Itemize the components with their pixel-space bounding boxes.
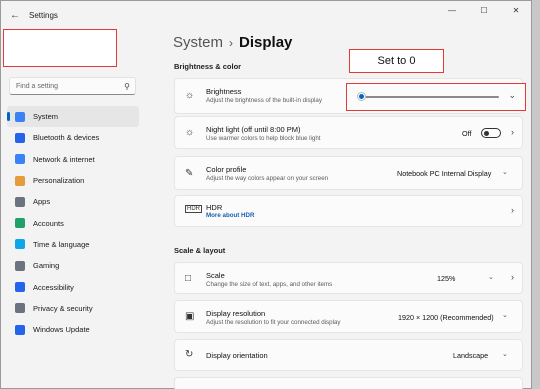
brush-icon — [15, 175, 25, 186]
search-icon[interactable]: ⚲ — [124, 82, 130, 91]
brightness-label: Brightness — [206, 87, 242, 96]
resolution-desc: Adjust the resolution to fit your connec… — [206, 319, 341, 326]
sun-outline-icon: ☼ — [185, 127, 195, 138]
app-title: Settings — [29, 10, 58, 20]
sidebar-item-label: Bluetooth & devices — [33, 133, 100, 143]
person-icon — [15, 218, 25, 229]
minimize-button[interactable]: — — [447, 6, 457, 15]
sidebar-item-label: System — [33, 112, 59, 122]
night-light-state: Off — [462, 129, 472, 138]
resolution-card: ▣ Display resolution Adjust the resoluti… — [174, 300, 523, 333]
apps-icon — [15, 196, 25, 207]
section-brightness-color: Brightness & color — [174, 62, 242, 71]
close-button[interactable]: ✕ — [511, 6, 521, 15]
chevron-down-icon[interactable]: ⌄ — [502, 311, 508, 319]
sidebar-item-label: Time & language — [33, 239, 90, 249]
sidebar-item-gaming[interactable]: Gaming — [7, 255, 139, 276]
sidebar-item-windows-update[interactable]: Windows Update — [7, 319, 139, 340]
next-card — [174, 377, 523, 389]
page-title: System › Display — [173, 34, 292, 51]
color-profile-desc: Adjust the way colors appear on your scr… — [206, 175, 329, 182]
gamepad-icon — [15, 260, 25, 271]
sidebar-item-label: Gaming — [33, 261, 60, 271]
scale-desc: Change the size of text, apps, and other… — [206, 281, 333, 288]
hdr-card[interactable]: HDR HDR More about HDR › — [174, 195, 523, 227]
chevron-right-icon[interactable]: › — [511, 272, 514, 282]
bluetooth-icon — [15, 132, 25, 143]
accessibility-icon — [15, 282, 25, 293]
sidebar-item-label: Personalization — [33, 176, 85, 186]
color-profile-value[interactable]: Notebook PC Internal Display — [397, 169, 491, 178]
brightness-desc: Adjust the brightness of the built-in di… — [206, 97, 322, 104]
hdr-label: HDR — [206, 203, 223, 212]
sidebar-item-apps[interactable]: Apps — [7, 191, 139, 212]
sidebar-nav: System Bluetooth & devices Network & inter… — [7, 106, 139, 340]
resolution-value[interactable]: 1920 × 1200 (Recommended) — [398, 313, 494, 322]
orientation-icon: ↻ — [185, 349, 194, 360]
section-scale-layout: Scale & layout — [174, 246, 226, 255]
pen-icon: ✎ — [185, 168, 194, 179]
sidebar-item-accounts[interactable]: Accounts — [7, 212, 139, 233]
sidebar-item-accessibility[interactable]: Accessibility — [7, 276, 139, 297]
sidebar-item-network-internet[interactable]: Network & internet — [7, 149, 139, 170]
maximize-button[interactable]: ☐ — [479, 6, 489, 15]
sidebar-item-time-language[interactable]: Time & language — [7, 234, 139, 255]
sidebar-item-privacy-security[interactable]: Privacy & security — [7, 298, 139, 319]
hdr-icon: HDR — [185, 205, 202, 213]
shield-icon — [15, 303, 25, 314]
redacted-profile-box — [3, 29, 117, 67]
chevron-down-icon[interactable]: ⌄ — [508, 90, 516, 101]
sidebar-item-label: Windows Update — [33, 325, 90, 335]
sun-icon: ☼ — [185, 90, 195, 101]
toggle-knob — [484, 130, 489, 136]
orientation-value[interactable]: Landscape — [453, 351, 488, 360]
color-profile-card: ✎ Color profile Adjust the way colors ap… — [174, 156, 523, 190]
annotation-callout: Set to 0 — [349, 49, 444, 73]
update-icon — [15, 324, 25, 335]
chevron-right-icon[interactable]: › — [511, 205, 514, 215]
scale-value[interactable]: 125% — [437, 274, 455, 283]
breadcrumb-parent[interactable]: System — [173, 34, 223, 51]
color-profile-label: Color profile — [206, 165, 247, 174]
resolution-label: Display resolution — [206, 309, 266, 318]
search-input[interactable]: Find a setting — [16, 83, 124, 90]
sidebar-item-bluetooth-devices[interactable]: Bluetooth & devices — [7, 127, 139, 148]
scale-label: Scale — [206, 271, 225, 280]
orientation-label: Display orientation — [206, 351, 268, 360]
search-box[interactable]: Find a setting ⚲ — [9, 77, 136, 95]
chevron-down-icon[interactable]: ⌄ — [488, 273, 494, 281]
breadcrumb-separator: › — [229, 36, 234, 50]
chevron-right-icon[interactable]: › — [511, 127, 514, 137]
settings-window: ← Settings — ☐ ✕ Find a setting ⚲ System… — [0, 0, 532, 389]
sidebar-item-system[interactable]: System — [7, 106, 139, 128]
sidebar-item-label: Accounts — [33, 218, 64, 228]
back-arrow-icon[interactable]: ← — [7, 7, 23, 23]
title-bar: ← Settings — ☐ ✕ — [1, 1, 531, 29]
globe-icon — [15, 239, 25, 250]
night-light-toggle[interactable] — [481, 128, 501, 138]
slider-track[interactable] — [361, 96, 499, 98]
sidebar-item-label: Privacy & security — [33, 303, 93, 313]
orientation-card: ↻ Display orientation Landscape ⌄ — [174, 339, 523, 371]
sidebar-item-personalization[interactable]: Personalization — [7, 170, 139, 191]
brightness-slider[interactable]: ⌄ — [346, 83, 526, 111]
night-light-label: Night light (off until 8:00 PM) — [206, 125, 301, 134]
sidebar-item-label: Apps — [33, 197, 51, 207]
chevron-down-icon[interactable]: ⌄ — [502, 350, 508, 358]
sidebar-item-label: Accessibility — [33, 282, 74, 292]
scale-icon: □ — [185, 273, 192, 284]
slider-thumb[interactable] — [358, 93, 365, 100]
resolution-icon: ▣ — [185, 311, 195, 322]
hdr-link[interactable]: More about HDR — [206, 212, 254, 219]
night-light-card[interactable]: ☼ Night light (off until 8:00 PM) Use wa… — [174, 116, 523, 149]
monitor-icon — [15, 111, 25, 122]
wifi-icon — [15, 154, 25, 165]
chevron-down-icon[interactable]: ⌄ — [502, 168, 508, 176]
breadcrumb-current: Display — [239, 34, 293, 51]
sidebar-item-label: Network & internet — [33, 154, 95, 164]
scale-card: □ Scale Change the size of text, apps, a… — [174, 262, 523, 294]
night-light-desc: Use warmer colors to help block blue lig… — [206, 135, 321, 142]
